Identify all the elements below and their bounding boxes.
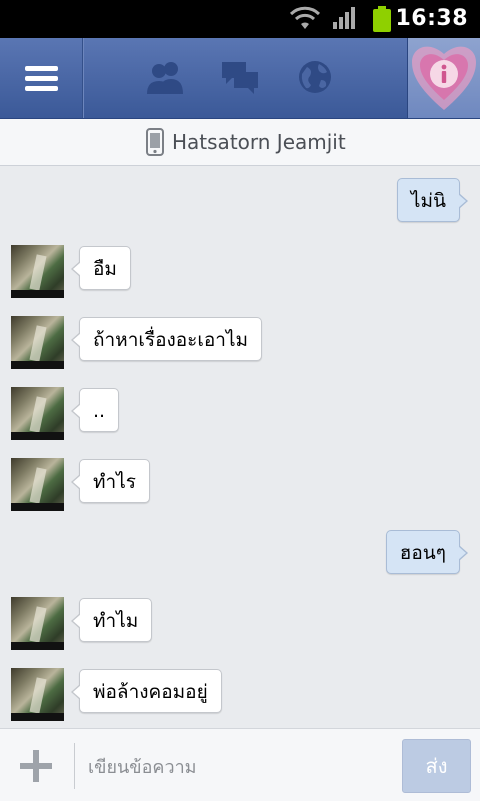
top-navigation-bar [0, 38, 480, 119]
incoming-message: .. [70, 388, 120, 432]
signal-icon [333, 7, 355, 29]
message-input[interactable] [86, 743, 390, 791]
friends-icon[interactable] [144, 58, 186, 98]
message-composer: ส่ง [0, 728, 480, 801]
avatar[interactable] [11, 316, 64, 369]
avatar[interactable] [11, 387, 64, 440]
clock: 16:38 [395, 6, 468, 31]
avatar[interactable] [11, 597, 64, 650]
avatar[interactable] [11, 458, 64, 511]
incoming-message: อืม [71, 246, 131, 290]
globe-icon[interactable] [297, 58, 333, 96]
battery-icon [373, 6, 391, 32]
menu-button[interactable] [0, 38, 83, 118]
outgoing-message: ฮอนๆ [385, 530, 469, 574]
avatar[interactable] [11, 668, 64, 721]
outgoing-message: ไม่นิ [396, 178, 469, 222]
avatar[interactable] [11, 245, 64, 298]
plus-icon[interactable] [19, 749, 53, 783]
messages-icon[interactable] [220, 58, 260, 96]
incoming-message: ทำไร [71, 459, 150, 503]
phone-icon [146, 128, 164, 156]
conversation-header: Hatsatorn Jeamjit [0, 119, 480, 166]
incoming-message: ถ้าหาเรื่องอะเอาไม [70, 317, 263, 361]
composer-divider [74, 743, 75, 789]
incoming-message: พ่อล้างคอมอยู่ [71, 669, 222, 713]
wifi-icon [289, 6, 321, 29]
send-button[interactable]: ส่ง [402, 739, 471, 793]
info-icon [412, 46, 476, 110]
info-button[interactable] [407, 38, 480, 118]
status-bar: 16:38 [0, 0, 480, 38]
message-list[interactable]: ไม่นิ อืม ถ้าหาเรื่องอะเอาไม .. ทำไร ฮอน… [0, 166, 480, 728]
contact-name: Hatsatorn Jeamjit [172, 130, 346, 154]
incoming-message: ทำไม [70, 598, 153, 642]
